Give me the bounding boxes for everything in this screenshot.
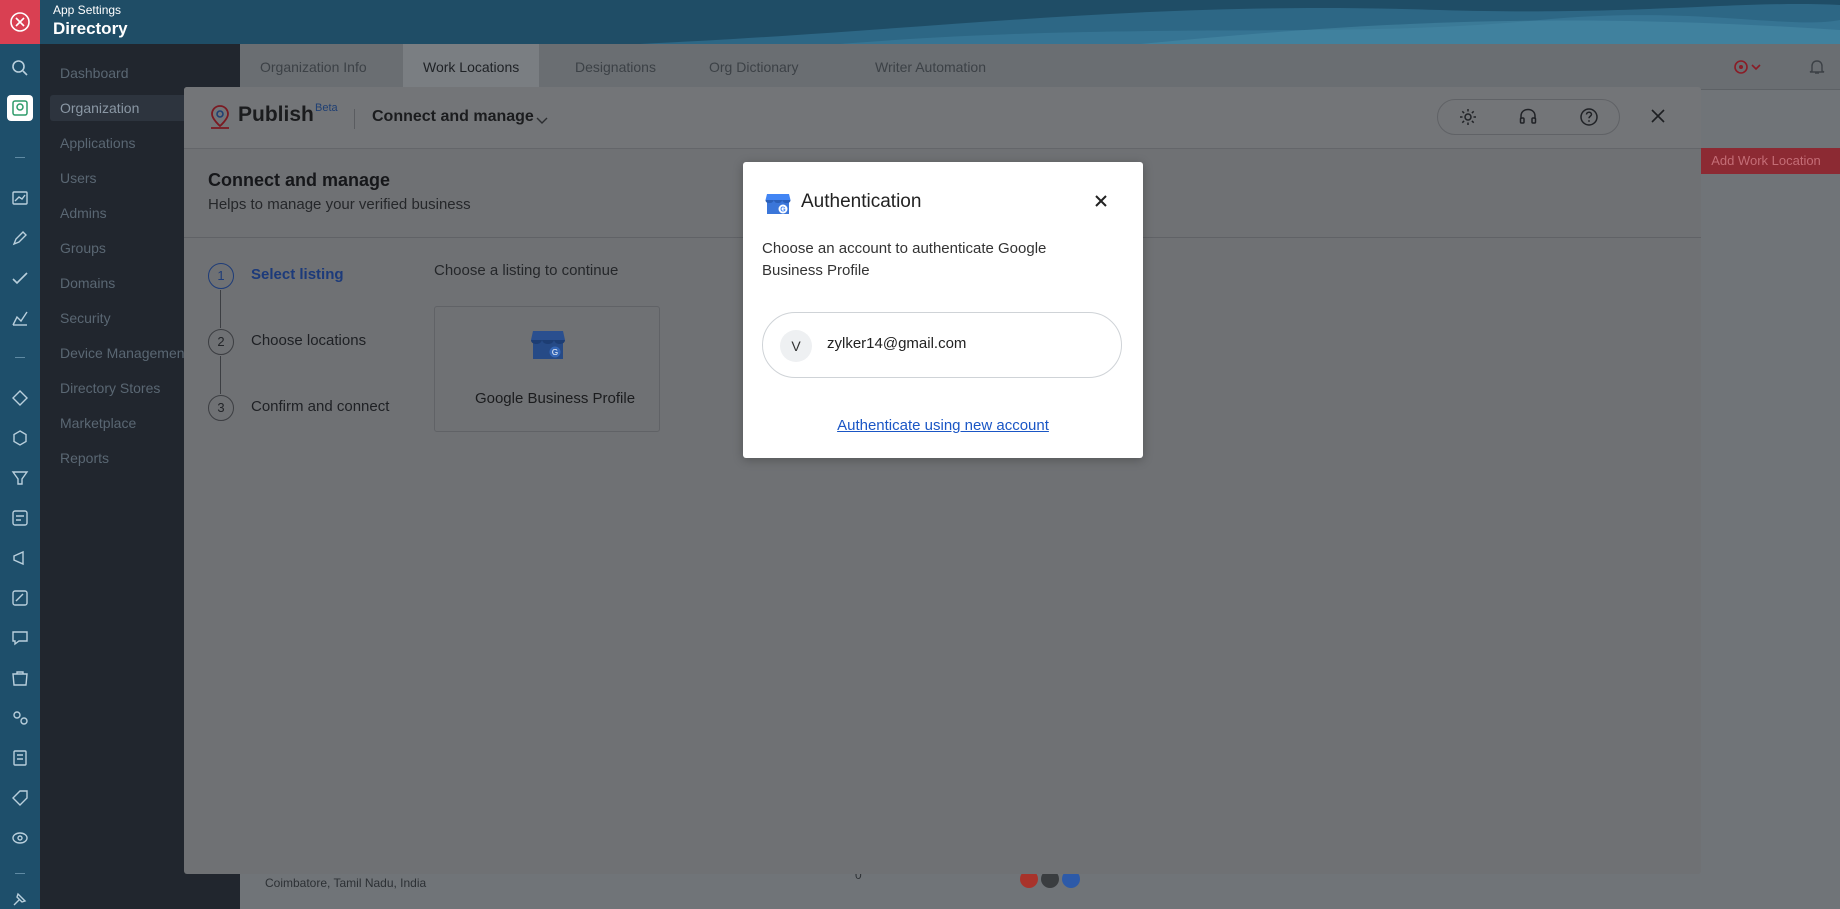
step-connector [220, 356, 221, 394]
headset-support-icon[interactable] [1516, 105, 1540, 129]
step-connector [220, 290, 221, 328]
step-label: Confirm and connect [251, 398, 390, 415]
sidebar-item-dashboard[interactable]: Dashboard [50, 60, 235, 86]
choose-listing-prompt: Choose a listing to continue [434, 262, 619, 279]
context-switcher[interactable]: Connect and manage [372, 108, 534, 126]
app-header: App Settings Directory [0, 0, 1840, 44]
google-business-store-icon: G [765, 192, 791, 221]
tag-icon[interactable] [8, 786, 32, 810]
beta-badge: Beta [315, 102, 338, 114]
pin-icon[interactable] [8, 887, 32, 909]
tab-org-dictionary[interactable]: Org Dictionary [689, 44, 818, 90]
chat-icon[interactable] [8, 626, 32, 650]
authenticate-new-account-link[interactable]: Authenticate using new account [743, 417, 1143, 434]
pen-icon[interactable] [8, 226, 32, 250]
settings-tabs: Organization Info Work Locations Designa… [240, 44, 1840, 90]
analytics-icon[interactable] [8, 306, 32, 330]
app-subtitle: App Settings [53, 3, 122, 17]
publish-title: Publish [238, 103, 314, 126]
check-icon[interactable] [8, 266, 32, 290]
tab-work-locations[interactable]: Work Locations [403, 44, 540, 90]
tab-writer-automation[interactable]: Writer Automation [855, 44, 1006, 90]
filter-icon[interactable] [8, 466, 32, 490]
step-label: Select listing [251, 266, 344, 283]
bell-icon[interactable] [1808, 58, 1826, 81]
step-number: 1 [208, 263, 234, 289]
help-question-icon[interactable] [1577, 105, 1601, 129]
rail-divider [15, 873, 25, 874]
dialog-title: Authentication [801, 191, 922, 212]
cube-icon[interactable] [8, 426, 32, 450]
step-number: 2 [208, 329, 234, 355]
listing-card-google-business-profile[interactable]: G Google Business Profile [434, 306, 660, 432]
publish-logo-icon [208, 104, 232, 135]
vault-icon[interactable] [8, 826, 32, 850]
directory-icon[interactable] [7, 95, 33, 121]
people-icon[interactable] [8, 706, 32, 730]
forms-icon[interactable] [8, 506, 32, 530]
app-title: Directory [53, 19, 128, 38]
header-divider [354, 109, 355, 129]
tab-organization-info[interactable]: Organization Info [240, 44, 387, 90]
close-circle-icon [10, 12, 30, 32]
notes-icon[interactable] [8, 746, 32, 770]
section-title: Connect and manage [208, 170, 391, 190]
icon-rail [0, 44, 40, 909]
step-number: 3 [208, 395, 234, 421]
step-label: Choose locations [251, 332, 367, 349]
close-dialog-icon[interactable] [1093, 193, 1109, 214]
tab-designations[interactable]: Designations [555, 44, 676, 90]
dialog-description: Choose an account to authenticate Google… [762, 240, 1047, 279]
sign-icon[interactable] [8, 586, 32, 610]
section-subtitle: Helps to manage your verified business [208, 196, 471, 213]
close-app-button[interactable] [0, 0, 40, 44]
record-icon[interactable] [1732, 58, 1764, 81]
publish-toolbar [1437, 99, 1620, 135]
svg-text:G: G [552, 348, 558, 357]
listing-label: Google Business Profile [474, 390, 636, 407]
close-publish-icon[interactable] [1649, 107, 1667, 130]
svg-text:G: G [780, 207, 786, 214]
account-email: zylker14@gmail.com [827, 335, 967, 352]
location-address: Coimbatore, Tamil Nadu, India [265, 876, 427, 890]
header-decoration [640, 4, 1840, 44]
chevron-down-icon[interactable] [536, 112, 548, 130]
inventory-icon[interactable] [8, 666, 32, 690]
settings-gear-icon[interactable] [1456, 105, 1480, 129]
account-option[interactable]: V zylker14@gmail.com [762, 312, 1122, 378]
add-work-location-button[interactable]: Add Work Location [1692, 148, 1840, 174]
campaign-icon[interactable] [8, 546, 32, 570]
workflow-icon[interactable] [8, 386, 32, 410]
publish-header: Publish Beta Connect and manage [184, 87, 1701, 149]
avatar: V [780, 330, 812, 362]
search-icon[interactable] [8, 56, 32, 80]
dashboard-icon[interactable] [8, 186, 32, 210]
authentication-dialog: G Authentication Choose an account to au… [743, 162, 1143, 458]
google-business-store-icon: G [530, 329, 566, 366]
rail-divider [15, 157, 25, 158]
rail-divider [15, 357, 25, 358]
